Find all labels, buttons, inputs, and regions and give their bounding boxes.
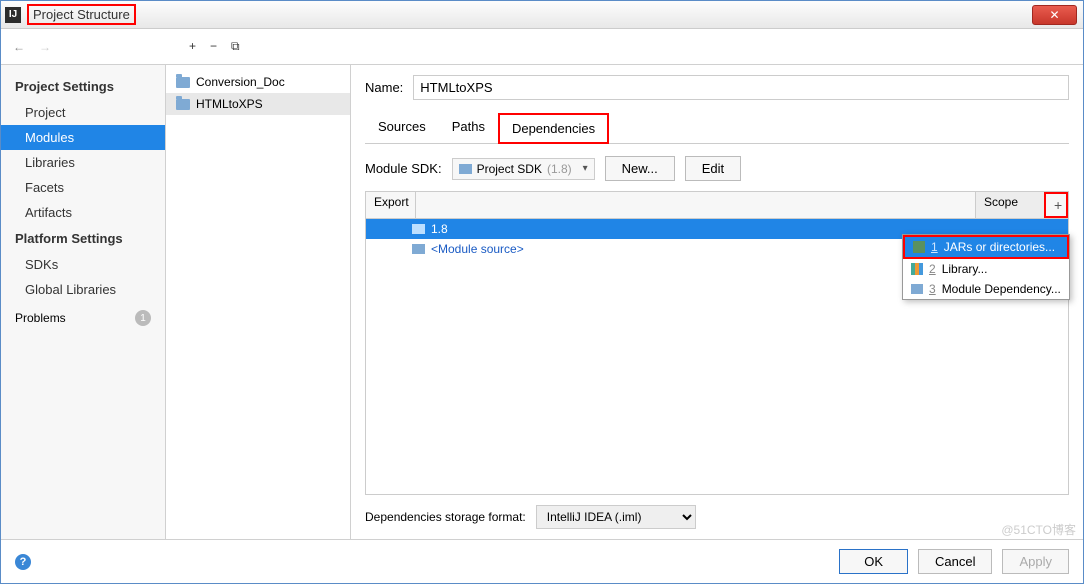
- storage-select[interactable]: IntelliJ IDEA (.iml): [536, 505, 696, 529]
- tabs: Sources Paths Dependencies: [365, 112, 1069, 144]
- sdk-version: (1.8): [547, 162, 572, 176]
- sdk-select[interactable]: Project SDK (1.8): [452, 158, 595, 180]
- sidebar-section-platform: Platform Settings: [1, 225, 165, 252]
- new-button[interactable]: New...: [605, 156, 675, 181]
- folder-icon: [459, 164, 472, 174]
- jar-icon: [913, 241, 925, 253]
- tab-paths[interactable]: Paths: [439, 112, 498, 143]
- sidebar-item-modules[interactable]: Modules: [1, 125, 165, 150]
- row-label: <Module source>: [431, 242, 524, 256]
- problems-label: Problems: [15, 311, 66, 325]
- titlebar: IJ Project Structure ✕: [1, 1, 1083, 29]
- remove-button[interactable]: −: [210, 39, 217, 54]
- popup-label: Module Dependency...: [942, 282, 1061, 296]
- popup-module-dep[interactable]: 3 Module Dependency...: [903, 279, 1069, 299]
- forward-button[interactable]: →: [39, 40, 51, 54]
- close-button[interactable]: ✕: [1032, 5, 1077, 25]
- footer: ? OK Cancel Apply: [1, 539, 1083, 583]
- cancel-button[interactable]: Cancel: [918, 549, 992, 574]
- main-panel: Name: Sources Paths Dependencies Module …: [351, 65, 1083, 539]
- popup-library[interactable]: 2 Library...: [903, 259, 1069, 279]
- tab-sources[interactable]: Sources: [365, 112, 439, 143]
- add-popup: 1 JARs or directories... 2 Library... 3 …: [902, 234, 1070, 300]
- module-icon: [911, 284, 923, 294]
- library-icon: [911, 263, 923, 275]
- sidebar-item-problems[interactable]: Problems 1: [1, 302, 165, 334]
- edit-button[interactable]: Edit: [685, 156, 741, 181]
- sidebar-item-libraries[interactable]: Libraries: [1, 150, 165, 175]
- apply-button[interactable]: Apply: [1002, 549, 1069, 574]
- folder-icon: [412, 224, 425, 234]
- folder-icon: [176, 99, 190, 110]
- module-label: Conversion_Doc: [196, 75, 285, 89]
- popup-num: 3: [929, 282, 936, 296]
- name-label: Name:: [365, 80, 403, 95]
- folder-icon: [176, 77, 190, 88]
- folder-icon: [412, 244, 425, 254]
- storage-label: Dependencies storage format:: [365, 510, 526, 524]
- sdk-label: Module SDK:: [365, 161, 442, 176]
- col-export[interactable]: Export: [366, 192, 416, 218]
- popup-num: 2: [929, 262, 936, 276]
- col-blank: [416, 192, 976, 218]
- sidebar-item-artifacts[interactable]: Artifacts: [1, 200, 165, 225]
- window-title: Project Structure: [27, 4, 136, 25]
- add-dependency-button[interactable]: +: [1044, 192, 1068, 218]
- sdk-value: Project SDK: [477, 162, 542, 176]
- sidebar-item-sdks[interactable]: SDKs: [1, 252, 165, 277]
- module-item[interactable]: Conversion_Doc: [166, 71, 350, 93]
- col-scope[interactable]: Scope: [976, 192, 1044, 218]
- ok-button[interactable]: OK: [839, 549, 908, 574]
- popup-num: 1: [931, 240, 938, 254]
- watermark: @51CTO博客: [1001, 521, 1076, 538]
- sidebar-item-project[interactable]: Project: [1, 100, 165, 125]
- problems-badge: 1: [135, 310, 151, 326]
- sidebar-item-facets[interactable]: Facets: [1, 175, 165, 200]
- app-icon: IJ: [5, 7, 21, 23]
- name-input[interactable]: [413, 75, 1069, 100]
- toolbar: ← → + − ⧉: [1, 29, 1083, 65]
- module-label: HTMLtoXPS: [196, 97, 263, 111]
- copy-button[interactable]: ⧉: [231, 39, 240, 54]
- sidebar: Project Settings Project Modules Librari…: [1, 65, 166, 539]
- tab-dependencies[interactable]: Dependencies: [498, 113, 609, 144]
- popup-jars[interactable]: 1 JARs or directories...: [903, 235, 1069, 259]
- row-label: 1.8: [431, 222, 448, 236]
- module-item[interactable]: HTMLtoXPS: [166, 93, 350, 115]
- module-list: Conversion_Doc HTMLtoXPS: [166, 65, 351, 539]
- back-button[interactable]: ←: [13, 40, 25, 54]
- sidebar-section-project: Project Settings: [1, 73, 165, 100]
- popup-label: Library...: [942, 262, 988, 276]
- popup-label: JARs or directories...: [944, 240, 1055, 254]
- add-button[interactable]: +: [189, 39, 196, 54]
- sidebar-item-global-libraries[interactable]: Global Libraries: [1, 277, 165, 302]
- help-button[interactable]: ?: [15, 554, 31, 570]
